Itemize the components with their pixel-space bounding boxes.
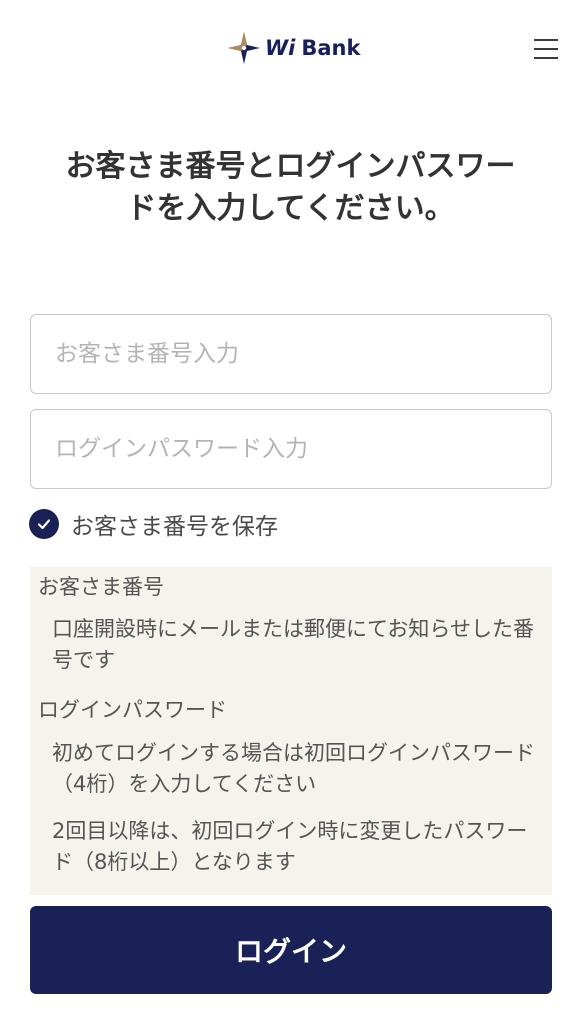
- checkmark-icon[interactable]: [29, 509, 59, 539]
- customer-number-input[interactable]: [30, 314, 552, 394]
- password-heading: ログインパスワード: [38, 698, 227, 722]
- login-button[interactable]: ログイン: [30, 906, 552, 994]
- header: Wi Bank: [0, 0, 581, 96]
- wi-bank-logo[interactable]: Wi Bank: [227, 31, 360, 65]
- save-customer-number-checkbox[interactable]: お客さま番号を保存: [29, 508, 278, 540]
- star-logo-icon: [228, 32, 260, 64]
- menu-line: [534, 48, 558, 50]
- password-help-second: 2回目以降は、初回ログイン時に変更したパスワード（8桁以上）となります: [52, 819, 528, 874]
- title-line-1: お客さま番号とログインパスワー: [65, 149, 516, 184]
- menu-line: [534, 39, 558, 41]
- hamburger-menu-icon[interactable]: [532, 36, 560, 62]
- customer-number-help: 口座開設時にメールまたは郵便にてお知らせした番号です: [52, 617, 534, 672]
- logo-name: Bank: [301, 36, 361, 60]
- title-line-2: ドを入力してください。: [126, 191, 455, 226]
- logo-text: Wi Bank: [265, 36, 360, 60]
- login-page: Wi Bank お客さま番号とログインパスワー ドを入力してください。 お客さま番…: [0, 0, 581, 1024]
- login-password-input[interactable]: [30, 409, 552, 489]
- save-checkbox-label: お客さま番号を保存: [71, 514, 278, 540]
- page-title: お客さま番号とログインパスワー ドを入力してください。: [20, 146, 561, 230]
- help-info-box: お客さま番号 口座開設時にメールまたは郵便にてお知らせした番号です ログインパス…: [30, 567, 552, 895]
- logo-prefix: Wi: [265, 36, 296, 60]
- customer-number-heading: お客さま番号: [38, 575, 164, 599]
- menu-line: [534, 57, 558, 59]
- password-help-first: 初めてログインする場合は初回ログインパスワード（4桁）を入力してください: [52, 741, 535, 796]
